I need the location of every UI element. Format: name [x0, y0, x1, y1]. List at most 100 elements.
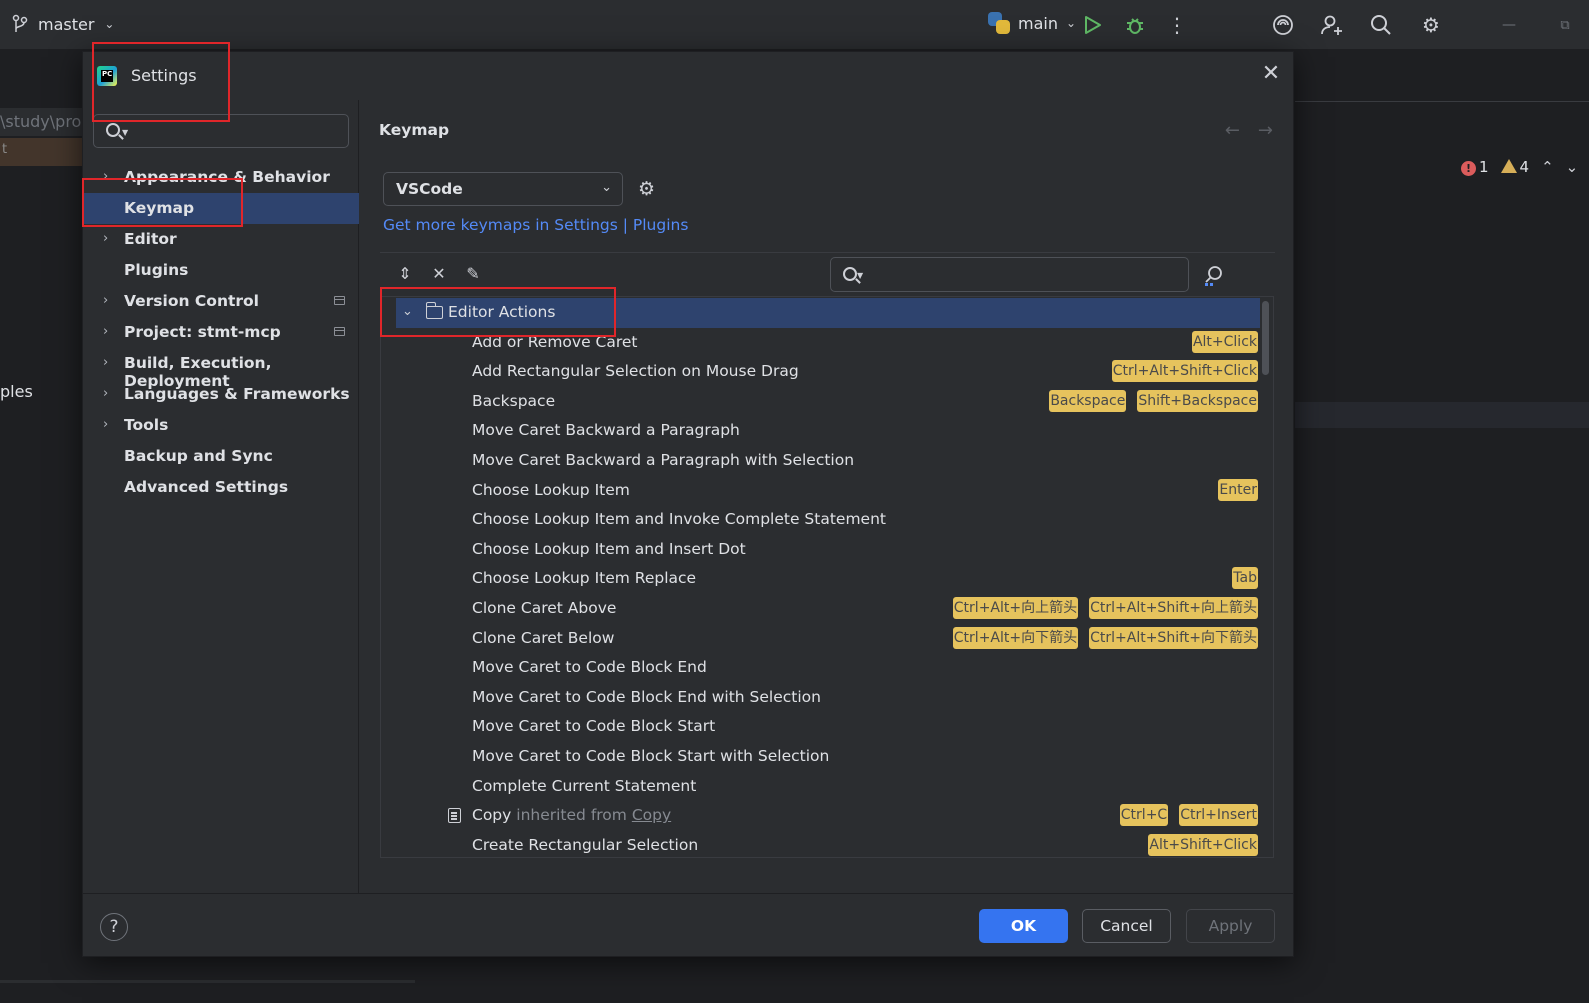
help-button[interactable]: ?	[100, 913, 128, 941]
project-level-icon	[334, 296, 345, 305]
background-tab-band	[1295, 50, 1589, 102]
shortcut-badge: Ctrl+Alt+向上箭头	[952, 597, 1079, 619]
apply-button[interactable]: Apply	[1186, 909, 1275, 943]
action-row[interactable]: Move Caret to Code Block End with Select…	[381, 683, 1263, 713]
settings-nav: › Appearance & Behavior Keymap › Editor Plugi…	[83, 162, 359, 503]
action-row[interactable]: Clone Caret Above Ctrl+Alt+向上箭头 Ctrl+Alt+S…	[381, 594, 1263, 624]
restore-icon[interactable]: ⧉	[1552, 12, 1578, 38]
sidebar-item[interactable]: Backup and Sync	[83, 441, 359, 472]
keymap-gear-icon[interactable]: ⚙	[638, 178, 660, 200]
action-label-group: Create Rectangular Selection	[472, 836, 698, 854]
chevron-right-icon[interactable]: ›	[103, 417, 108, 432]
ok-button[interactable]: OK	[979, 909, 1068, 943]
action-label-group: Add or Remove Caret	[472, 333, 638, 351]
settings-sidebar: ▼ › Appearance & Behavior Keymap › Editor Plu…	[83, 100, 359, 893]
add-user-icon[interactable]	[1319, 12, 1345, 38]
tree-toolbar: ⇕ ✕ ✎	[396, 264, 482, 283]
more-icon[interactable]: ⋮	[1164, 12, 1190, 38]
sidebar-item[interactable]: › Project: stmt-mcp	[83, 317, 359, 348]
shortcut-badge: Backspace	[1049, 389, 1127, 412]
inspection-widget[interactable]: ! 1 4 ⌃ ⌄	[1461, 158, 1578, 176]
chevron-down-icon[interactable]: ⌄	[1566, 158, 1579, 176]
gear-icon[interactable]: ⚙	[1418, 12, 1444, 38]
dialog-title: Settings	[131, 66, 197, 85]
warning-icon	[1500, 159, 1517, 173]
chevron-down-icon[interactable]: ⌄	[402, 304, 413, 319]
debug-icon[interactable]	[1122, 12, 1148, 38]
sidebar-item[interactable]: › Version Control	[83, 286, 359, 317]
action-row[interactable]: Copy inherited from Copy Ctrl+C Ctrl+Inser…	[381, 801, 1263, 831]
action-row[interactable]: Move Caret Backward a Paragraph with Sel…	[381, 446, 1263, 476]
action-row[interactable]: Choose Lookup Item and Invoke Complete S…	[381, 505, 1263, 535]
sidebar-item[interactable]: › Editor	[83, 224, 359, 255]
search-icon	[106, 123, 120, 137]
shortcut-badge: Ctrl+Alt+Shift+向上箭头	[1089, 597, 1258, 619]
background-status-area	[0, 958, 1589, 1003]
action-row[interactable]: Complete Current Statement	[381, 772, 1263, 802]
expand-all-icon[interactable]: ⇕	[396, 264, 414, 283]
sidebar-item[interactable]: Plugins	[83, 255, 359, 286]
chevron-right-icon[interactable]: ›	[103, 386, 108, 401]
shortcut-badge: Tab	[1232, 567, 1258, 590]
action-row[interactable]: Move Caret Backward a Paragraph	[381, 416, 1263, 446]
search-icon[interactable]	[1368, 12, 1394, 38]
minimize-icon[interactable]: —	[1496, 12, 1522, 38]
sidebar-item[interactable]: › Languages & Frameworks	[83, 379, 359, 410]
action-label-group: Choose Lookup Item Replace	[472, 569, 696, 587]
action-label: Complete Current Statement	[472, 776, 697, 795]
shortcut-badge: Alt+Click	[1191, 330, 1258, 353]
action-search-input[interactable]: ▼	[830, 257, 1189, 292]
action-row[interactable]: Add Rectangular Selection on Mouse Drag C…	[381, 357, 1263, 387]
action-row[interactable]: Move Caret to Code Block Start	[381, 712, 1263, 742]
settings-search-input[interactable]: ▼	[93, 114, 349, 148]
chevron-right-icon[interactable]: ›	[103, 293, 108, 308]
forward-arrow-icon[interactable]: →	[1258, 120, 1273, 141]
action-row[interactable]: Choose Lookup Item and Insert Dot	[381, 535, 1263, 565]
action-row[interactable]: Clone Caret Below Ctrl+Alt+向下箭头 Ctrl+Alt+S…	[381, 624, 1263, 654]
ai-assistant-icon[interactable]	[1270, 12, 1296, 38]
warning-count: 4	[1519, 158, 1530, 176]
edit-icon[interactable]: ✎	[464, 264, 482, 283]
chevron-down-icon: ⌄	[1065, 16, 1077, 30]
chevron-up-icon[interactable]: ⌃	[1541, 158, 1554, 176]
keymap-panel: Keymap ← → VSCode ⌄ ⚙ Get more keymaps i…	[360, 100, 1293, 893]
action-label: Add or Remove Caret	[472, 332, 638, 351]
run-config-name: main	[1018, 13, 1058, 33]
tree-scrollbar[interactable]	[1262, 301, 1269, 375]
action-row[interactable]: Create Rectangular Selection Alt+Shift+Cl…	[381, 831, 1263, 857]
chevron-right-icon[interactable]: ›	[103, 169, 108, 184]
keymap-select[interactable]: VSCode ⌄	[383, 172, 623, 206]
back-arrow-icon[interactable]: ←	[1225, 120, 1240, 141]
sidebar-item[interactable]: › Tools	[83, 410, 359, 441]
find-by-shortcut-icon[interactable]	[1202, 264, 1226, 288]
chevron-right-icon[interactable]: ›	[103, 231, 108, 246]
cancel-button[interactable]: Cancel	[1082, 909, 1171, 943]
sidebar-item[interactable]: › Appearance & Behavior	[83, 162, 359, 193]
chevron-right-icon[interactable]: ›	[103, 355, 108, 370]
action-row[interactable]: Backspace Backspace Shift+Backspace	[381, 387, 1263, 417]
action-row[interactable]: Move Caret to Code Block Start with Sele…	[381, 742, 1263, 772]
shortcut-badge: Shift+Backspace	[1137, 389, 1258, 412]
sidebar-item[interactable]: › Build, Execution, Deployment	[83, 348, 359, 390]
more-keymaps-link[interactable]: Get more keymaps in Settings | Plugins	[383, 216, 688, 234]
keymap-tree[interactable]: ⌄ Editor Actions Add or Remove Caret Alt+Cl…	[380, 296, 1274, 858]
action-row[interactable]: Add or Remove Caret Alt+Click	[381, 328, 1263, 358]
inherited-link[interactable]: Copy	[632, 806, 671, 824]
branch-selector[interactable]: master ⌄	[12, 14, 114, 34]
run-config-selector[interactable]: main ⌄	[988, 12, 1076, 34]
chevron-right-icon[interactable]: ›	[103, 324, 108, 339]
action-label-group: Add Rectangular Selection on Mouse Drag	[472, 362, 799, 380]
tree-group-label: Editor Actions	[448, 303, 556, 321]
close-icon[interactable]: ✕	[1259, 62, 1283, 86]
dialog-title-bar[interactable]: PC Settings ✕	[83, 52, 1293, 100]
action-row[interactable]: Move Caret to Code Block End	[381, 653, 1263, 683]
action-row[interactable]: Choose Lookup Item Replace Tab	[381, 564, 1263, 594]
sidebar-item[interactable]: Advanced Settings	[83, 472, 359, 503]
tree-group-row[interactable]: ⌄ Editor Actions	[396, 298, 1260, 328]
action-row[interactable]: Choose Lookup Item Enter	[381, 476, 1263, 506]
action-label-group: Clone Caret Above	[472, 599, 616, 617]
sidebar-item[interactable]: Keymap	[83, 193, 359, 224]
sidebar-item-label: Appearance & Behavior	[124, 168, 330, 186]
run-icon[interactable]	[1080, 12, 1106, 38]
collapse-all-icon[interactable]: ✕	[430, 264, 448, 283]
